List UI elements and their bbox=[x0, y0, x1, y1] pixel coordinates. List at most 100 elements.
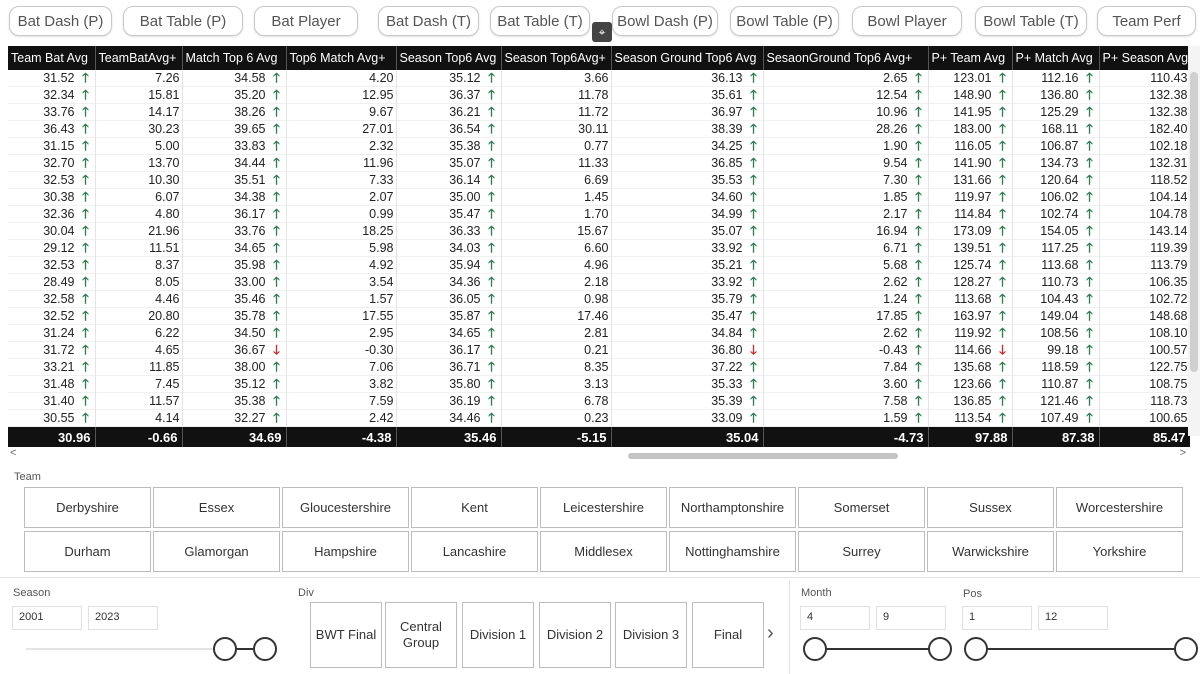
cell-value: 135.68 bbox=[953, 360, 992, 375]
nav-bat-player[interactable]: Bat Player bbox=[254, 6, 358, 36]
div-division-3[interactable]: Division 3 bbox=[615, 602, 687, 668]
team-option[interactable]: Sussex bbox=[927, 487, 1054, 528]
scroll-left-icon[interactable]: < bbox=[10, 447, 16, 459]
column-header[interactable]: Season Ground Top6 Avg bbox=[611, 46, 764, 70]
column-header[interactable]: P+ Team Avg bbox=[928, 46, 1013, 70]
column-header[interactable]: Match Top 6 Avg bbox=[182, 46, 287, 70]
team-option[interactable]: Leicestershire bbox=[540, 487, 667, 528]
team-option[interactable]: Somerset bbox=[798, 487, 925, 528]
team-option[interactable]: Surrey bbox=[798, 531, 925, 572]
vertical-scrollbar[interactable] bbox=[1188, 46, 1200, 436]
table-cell: -0.43 🡑 bbox=[763, 341, 929, 359]
table-cell: 17.85 🡑 bbox=[763, 307, 929, 325]
pos-slider-max-handle[interactable] bbox=[1174, 637, 1198, 661]
pin-visual-icon[interactable]: ⌖ bbox=[592, 22, 612, 42]
div-final[interactable]: Final bbox=[692, 602, 764, 668]
team-option[interactable]: Hampshire bbox=[282, 531, 409, 572]
season-slider-min-handle[interactable] bbox=[213, 637, 237, 661]
div-central-group[interactable]: Central Group bbox=[385, 602, 457, 668]
total-cell: 35.04 bbox=[611, 426, 764, 447]
nav-bowl-table-t[interactable]: Bowl Table (T) bbox=[975, 6, 1087, 36]
month-from-input[interactable]: 4 bbox=[800, 606, 870, 630]
scrollbar-thumb[interactable] bbox=[1190, 72, 1198, 372]
column-header[interactable]: P+ Match Avg bbox=[1012, 46, 1100, 70]
season-from-input[interactable]: 2001 bbox=[12, 606, 82, 630]
table-cell: 1.24 🡑 bbox=[763, 290, 929, 308]
table-cell: 32.70 🡑 bbox=[8, 154, 96, 172]
column-header[interactable]: P+ Season Avg bbox=[1099, 46, 1190, 70]
month-slider-range[interactable] bbox=[815, 648, 940, 650]
team-option[interactable]: Glamorgan bbox=[153, 531, 280, 572]
month-to-input[interactable]: 9 bbox=[876, 606, 946, 630]
horizontal-scrollbar[interactable]: < > bbox=[8, 447, 1190, 460]
nav-bat-table-p[interactable]: Bat Table (P) bbox=[123, 6, 243, 36]
team-option[interactable]: Middlesex bbox=[540, 531, 667, 572]
team-option[interactable]: Nottinghamshire bbox=[669, 531, 796, 572]
cell-value: 35.80 bbox=[449, 377, 481, 392]
nav-team-perf[interactable]: Team Perf bbox=[1097, 6, 1196, 36]
team-option[interactable]: Northamptonshire bbox=[669, 487, 796, 528]
arrow-up-icon: 🡑 bbox=[915, 138, 922, 154]
team-option[interactable]: Warwickshire bbox=[927, 531, 1054, 572]
nav-bowl-dash-p[interactable]: Bowl Dash (P) bbox=[612, 6, 718, 36]
table-cell: 4.80 bbox=[95, 205, 183, 223]
arrow-up-icon: 🡑 bbox=[750, 359, 757, 375]
column-header[interactable]: Top6 Match Avg+ bbox=[286, 46, 397, 70]
team-option[interactable]: Durham bbox=[24, 531, 151, 572]
table-cell: 5.00 bbox=[95, 137, 183, 155]
cell-value: 36.14 bbox=[449, 173, 481, 188]
team-option[interactable]: Kent bbox=[411, 487, 538, 528]
cell-value: 37.22 bbox=[711, 360, 743, 375]
arrow-up-icon: 🡑 bbox=[82, 70, 89, 86]
pos-to-input[interactable]: 12 bbox=[1038, 606, 1108, 630]
cell-value: 8.35 bbox=[584, 360, 609, 375]
team-option[interactable]: Worcestershire bbox=[1056, 487, 1183, 528]
cell-value: 2.62 bbox=[883, 326, 908, 341]
column-header[interactable]: SesaonGround Top6 Avg+ bbox=[763, 46, 929, 70]
scroll-right-icon[interactable]: > bbox=[1180, 447, 1186, 459]
nav-bat-table-t[interactable]: Bat Table (T) bbox=[490, 6, 590, 36]
nav-bowl-player[interactable]: Bowl Player bbox=[852, 6, 962, 36]
cell-value: 121.46 bbox=[1040, 394, 1079, 409]
team-option[interactable]: Gloucestershire bbox=[282, 487, 409, 528]
column-header[interactable]: TeamBatAvg+ bbox=[95, 46, 183, 70]
pos-slider-min-handle[interactable] bbox=[964, 637, 988, 661]
pos-from-input[interactable]: 1 bbox=[962, 606, 1032, 630]
cell-value: 31.24 bbox=[43, 326, 75, 341]
table-cell: 6.69 bbox=[501, 171, 612, 189]
column-header[interactable]: Season Top6Avg+ bbox=[501, 46, 612, 70]
scrollbar-thumb[interactable] bbox=[628, 453, 898, 459]
nav-bowl-table-p[interactable]: Bowl Table (P) bbox=[730, 6, 839, 36]
chevron-right-icon[interactable]: › bbox=[767, 622, 774, 645]
div-division-1[interactable]: Division 1 bbox=[462, 602, 534, 668]
table-cell: 18.25 bbox=[286, 222, 397, 240]
table-cell: 16.94 🡑 bbox=[763, 222, 929, 240]
nav-bat-dash-p[interactable]: Bat Dash (P) bbox=[9, 6, 112, 36]
month-slider-min-handle[interactable] bbox=[803, 637, 827, 661]
div-bwt-final[interactable]: BWT Final bbox=[310, 602, 382, 668]
arrow-up-icon: 🡑 bbox=[999, 223, 1006, 239]
cell-value: 35.79 bbox=[711, 292, 743, 307]
cell-value: 38.26 bbox=[234, 105, 266, 120]
cell-value: 6.69 bbox=[584, 173, 609, 188]
team-option[interactable]: Essex bbox=[153, 487, 280, 528]
cell-value: 6.71 bbox=[883, 241, 908, 256]
cell-value: 104.43 bbox=[1040, 292, 1079, 307]
table-cell: 34.84 🡑 bbox=[611, 324, 764, 342]
team-option[interactable]: Derbyshire bbox=[24, 487, 151, 528]
nav-bat-dash-t[interactable]: Bat Dash (T) bbox=[378, 6, 479, 36]
column-header[interactable]: Team Bat Avg bbox=[8, 46, 96, 70]
table-cell: 2.95 bbox=[286, 324, 397, 342]
team-option[interactable]: Lancashire bbox=[411, 531, 538, 572]
table-cell: 31.48 🡑 bbox=[8, 375, 96, 393]
table-cell: 34.50 🡑 bbox=[182, 324, 287, 342]
cell-value: 28.26 bbox=[876, 122, 908, 137]
season-slider-max-handle[interactable] bbox=[253, 637, 277, 661]
div-division-2[interactable]: Division 2 bbox=[539, 602, 611, 668]
pos-slider-range[interactable] bbox=[976, 648, 1186, 650]
column-header[interactable]: Season Top6 Avg bbox=[396, 46, 502, 70]
team-option[interactable]: Yorkshire bbox=[1056, 531, 1183, 572]
month-slider-max-handle[interactable] bbox=[928, 637, 952, 661]
season-to-input[interactable]: 2023 bbox=[88, 606, 158, 630]
table-cell: 106.35 bbox=[1099, 273, 1190, 291]
